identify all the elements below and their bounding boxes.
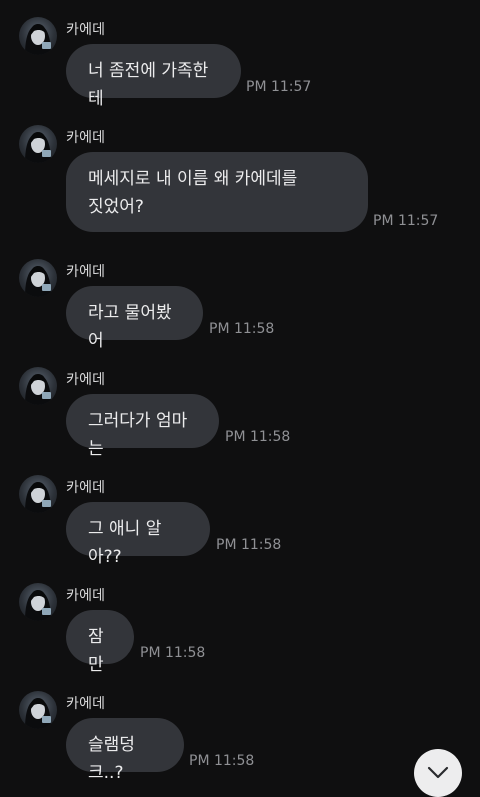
chat-message-list[interactable]: 카에데 너 좀전에 가족한테 PM 11:57 카에데 메세지로 내 이름 왜 … [0,0,480,787]
message-bubble[interactable]: 라고 물어봤어 [66,286,203,351]
message-timestamp: PM 11:58 [189,753,255,769]
sender-name: 카에데 [66,130,106,146]
message-timestamp: PM 11:58 [209,321,275,337]
avatar[interactable] [19,583,57,621]
chevron-down-icon [427,766,449,779]
avatar[interactable] [19,475,57,513]
message-bubble[interactable]: 잠만 [66,610,134,675]
sender-name: 카에데 [66,264,106,280]
avatar[interactable] [19,367,57,405]
message-timestamp: PM 11:57 [246,79,312,95]
avatar[interactable] [19,125,57,163]
message-bubble[interactable]: 슬램덩크..? [66,718,184,783]
message-bubble[interactable]: 너 좀전에 가족한테 [66,44,241,109]
message-timestamp: PM 11:58 [225,429,291,445]
message-timestamp: PM 11:58 [140,645,206,661]
message-timestamp: PM 11:57 [373,213,439,229]
sender-name: 카에데 [66,480,106,496]
message-bubble[interactable]: 그 애니 알아?? [66,502,210,567]
sender-name: 카에데 [66,372,106,388]
sender-name: 카에데 [66,696,106,712]
avatar[interactable] [19,17,57,55]
sender-name: 카에데 [66,588,106,604]
scroll-to-bottom-button[interactable] [414,749,462,797]
sender-name: 카에데 [66,22,106,38]
avatar[interactable] [19,691,57,729]
message-bubble[interactable]: 그러다가 엄마는 [66,394,219,459]
message-timestamp: PM 11:58 [216,537,282,553]
avatar[interactable] [19,259,57,297]
message-bubble[interactable]: 메세지로 내 이름 왜 카에데를 짓었어? [66,152,368,232]
